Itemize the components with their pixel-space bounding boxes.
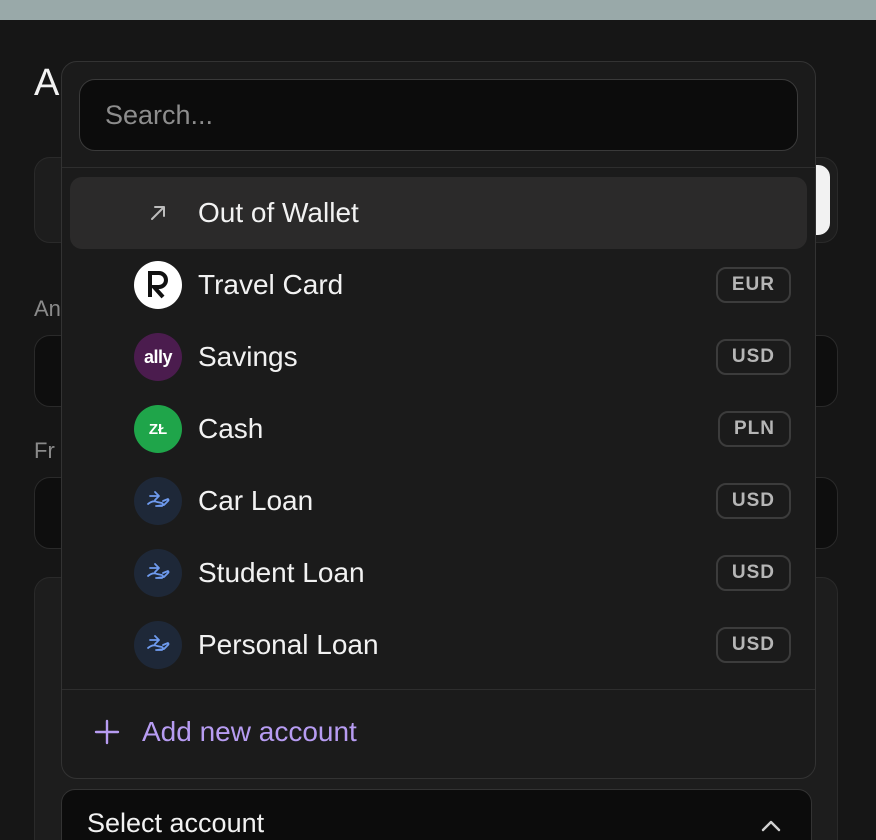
account-item-travel-card[interactable]: Travel Card EUR <box>70 249 807 321</box>
account-item-label: Out of Wallet <box>198 197 359 228</box>
account-item-label: Personal Loan <box>198 629 379 660</box>
account-item-personal-loan[interactable]: Personal Loan USD <box>70 609 807 681</box>
currency-badge: EUR <box>715 267 791 303</box>
page-title: A <box>34 62 60 104</box>
arrow-up-right-icon <box>134 189 182 237</box>
search-input[interactable] <box>79 79 798 151</box>
account-select-trigger[interactable]: Select account <box>61 789 812 840</box>
ally-logo-icon: ally <box>134 333 182 381</box>
list-divider <box>62 689 815 690</box>
search-divider <box>62 167 815 168</box>
amount-label: An <box>34 296 61 321</box>
plus-icon <box>94 719 120 745</box>
account-item-label: Car Loan <box>198 485 314 516</box>
account-item-label: Student Loan <box>198 557 365 588</box>
revolut-logo-icon <box>134 261 182 309</box>
from-label: Fr <box>34 438 55 463</box>
account-item-out-of-wallet[interactable]: Out of Wallet <box>70 177 807 249</box>
account-item-label: Savings <box>198 341 298 372</box>
account-item-student-loan[interactable]: Student Loan USD <box>70 537 807 609</box>
select-account-label: Select account <box>87 808 265 838</box>
currency-badge: USD <box>715 627 791 663</box>
currency-badge: PLN <box>718 411 791 447</box>
add-new-account-button[interactable]: Add new account <box>92 702 357 762</box>
account-item-car-loan[interactable]: Car Loan USD <box>70 465 807 537</box>
zloty-icon: ZŁ <box>134 405 182 453</box>
loan-hand-icon <box>134 477 182 525</box>
currency-badge: USD <box>715 483 791 519</box>
add-new-account-label: Add new account <box>142 716 357 747</box>
account-item-label: Cash <box>198 413 264 444</box>
account-item-cash[interactable]: ZŁ Cash PLN <box>70 393 807 465</box>
account-dropdown: Out of Wallet Travel Card EUR ally Savin… <box>61 61 816 779</box>
ally-logo-text: ally <box>143 346 173 367</box>
window-top-strip <box>0 0 876 20</box>
chevron-up-icon <box>761 820 781 832</box>
account-item-label: Travel Card <box>198 269 344 300</box>
loan-hand-icon <box>134 549 182 597</box>
currency-badge: USD <box>715 339 791 375</box>
account-item-savings[interactable]: ally Savings USD <box>70 321 807 393</box>
currency-badge: USD <box>715 555 791 591</box>
zloty-icon-text: ZŁ <box>148 420 168 438</box>
loan-hand-icon <box>134 621 182 669</box>
